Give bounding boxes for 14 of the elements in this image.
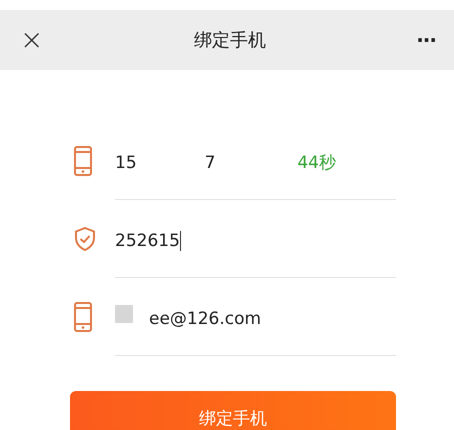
input-field[interactable]: 252615 bbox=[115, 200, 396, 278]
phone-icon bbox=[74, 146, 92, 176]
page-title: 绑定手机 bbox=[194, 29, 266, 52]
phone-number-end: 7 bbox=[204, 152, 216, 172]
input-field[interactable]: 15 7 44秒 bbox=[115, 122, 396, 200]
phone-icon bbox=[74, 302, 92, 332]
email-value: ee@126.com bbox=[149, 308, 262, 328]
shield-check-icon bbox=[74, 227, 96, 251]
close-button[interactable]: × bbox=[20, 26, 44, 54]
phone-number-start: 15 bbox=[115, 152, 137, 172]
countdown-text: 44秒 bbox=[297, 152, 336, 174]
input-field[interactable]: ee@126.com bbox=[115, 278, 396, 356]
more-button[interactable]: ··· bbox=[416, 28, 436, 52]
code-value: 252615 bbox=[115, 230, 181, 250]
